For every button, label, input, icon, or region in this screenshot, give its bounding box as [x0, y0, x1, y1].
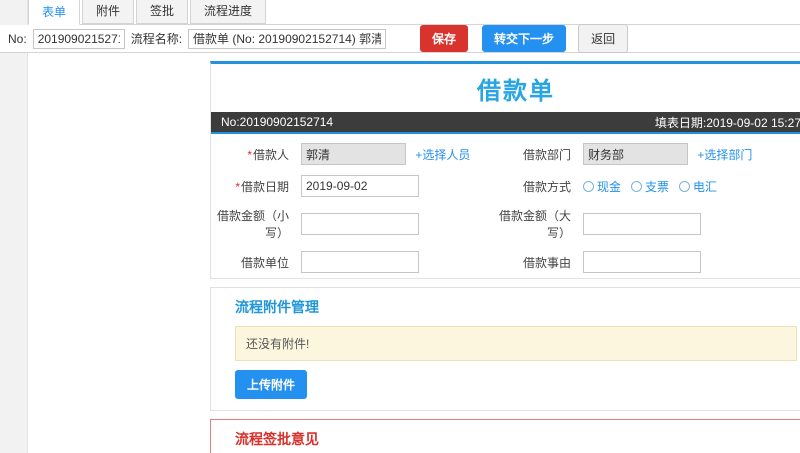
process-name-input[interactable]	[188, 28, 387, 49]
loan-unit-label: 借款单位	[240, 255, 289, 270]
form-row: *借款日期 借款方式 现金 支票	[211, 170, 800, 202]
amount-uppercase-input[interactable]	[583, 213, 701, 235]
form-row: 借款金额（小写） 借款金额（大写）	[211, 202, 800, 246]
main-content: 借款单 No:20190902152714 填表日期:2019-09-02 15…	[210, 53, 800, 453]
tab-attachments[interactable]: 附件	[82, 0, 135, 24]
no-label: No:	[8, 31, 27, 46]
radio-cash[interactable]: 现金	[583, 178, 621, 195]
loan-reason-input[interactable]	[583, 251, 701, 273]
borrower-input[interactable]	[301, 143, 406, 165]
radio-check[interactable]: 支票	[631, 178, 669, 195]
radio-cash-label: 现金	[597, 179, 622, 194]
next-step-button[interactable]: 转交下一步	[482, 25, 567, 52]
no-attachments-notice: 还没有附件!	[235, 326, 797, 361]
form-fill-date: 填表日期:2019-09-02 15:27:1	[654, 115, 800, 130]
select-department-link[interactable]: +选择部门	[697, 148, 752, 162]
save-button[interactable]: 保存	[420, 25, 469, 52]
upload-attachment-button[interactable]: 上传附件	[235, 370, 308, 399]
approval-panel: 流程签批意见 B I abc ab✓ ⚓ ⚑ 1≡ •≡ ⇤ ⇥ “ 样式	[210, 419, 800, 453]
collapsed-sidebar	[0, 0, 28, 453]
tab-approval[interactable]: 签批	[136, 0, 189, 24]
form-title: 借款单	[477, 78, 555, 105]
amount-lowercase-label: 借款金额（小写）	[217, 209, 290, 240]
radio-check-label: 支票	[645, 179, 670, 194]
loan-method-label: 借款方式	[522, 179, 571, 194]
form-number: No:20190902152714	[221, 115, 334, 129]
radio-wire-transfer-label: 电汇	[693, 179, 718, 194]
required-mark: *	[247, 147, 252, 162]
process-name-label: 流程名称:	[130, 32, 183, 46]
borrower-label: 借款人	[252, 147, 289, 162]
attachments-title: 流程附件管理	[235, 299, 319, 315]
department-label: 借款部门	[522, 147, 571, 162]
toolbar: No: 流程名称: 保存 转交下一步 返回	[0, 24, 800, 53]
approval-title: 流程签批意见	[235, 431, 319, 447]
loan-method-radio-group: 现金 支票 电汇	[583, 178, 717, 195]
loan-date-input[interactable]	[301, 175, 419, 197]
form-header-bar: No:20190902152714 填表日期:2019-09-02 15:27:…	[211, 112, 800, 134]
loan-unit-input[interactable]	[301, 251, 419, 273]
loan-form-panel: 借款单 No:20190902152714 填表日期:2019-09-02 15…	[210, 61, 800, 279]
no-input[interactable]	[32, 28, 125, 49]
form-row: 借款单位 借款事由	[211, 246, 800, 278]
tab-bar: 表单 附件 签批 流程进度	[28, 0, 800, 25]
radio-icon	[631, 180, 643, 192]
loan-reason-label: 借款事由	[522, 255, 571, 270]
radio-icon	[679, 180, 691, 192]
tab-process-progress[interactable]: 流程进度	[190, 0, 267, 24]
select-person-link[interactable]: +选择人员	[415, 148, 470, 162]
amount-lowercase-input[interactable]	[301, 213, 419, 235]
radio-icon	[583, 180, 594, 192]
radio-wire-transfer[interactable]: 电汇	[679, 178, 717, 195]
amount-uppercase-label: 借款金额（大写）	[498, 209, 571, 240]
required-mark: *	[235, 179, 240, 194]
back-button[interactable]: 返回	[578, 24, 629, 53]
loan-form-fields: *借款人 +选择人员 借款部门 +选择部门 *借款日期	[211, 138, 800, 278]
loan-date-label: 借款日期	[240, 179, 289, 194]
department-input[interactable]	[583, 143, 688, 165]
form-row: *借款人 +选择人员 借款部门 +选择部门	[211, 138, 800, 170]
attachments-panel: 流程附件管理 还没有附件! 上传附件	[210, 287, 800, 411]
tab-form[interactable]: 表单	[28, 0, 81, 25]
